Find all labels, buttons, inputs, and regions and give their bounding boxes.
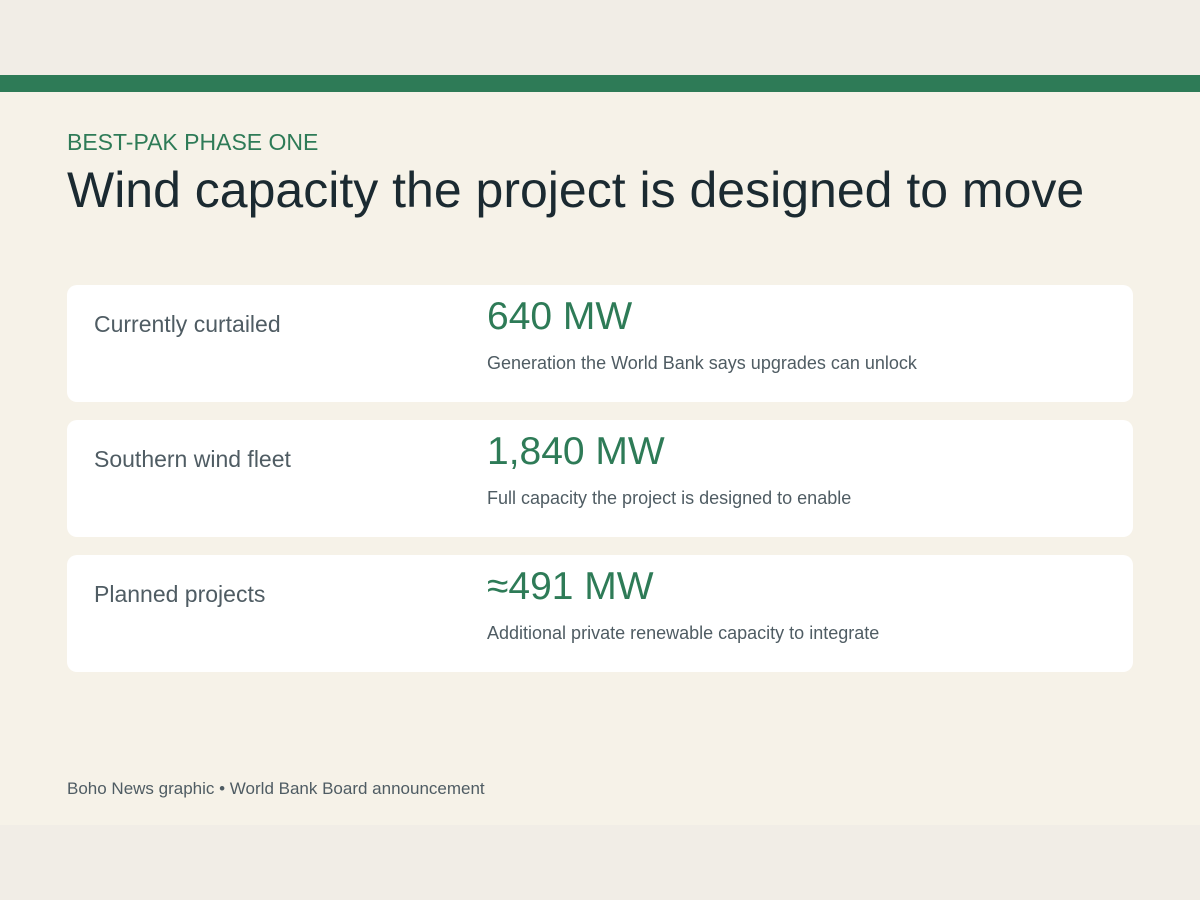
stat-card-value: ≈491 MW — [487, 565, 654, 608]
stat-card-value: 1,840 MW — [487, 430, 665, 473]
stat-card-description: Additional private renewable capacity to… — [487, 623, 880, 643]
headline: Wind capacity the project is designed to… — [67, 162, 1085, 218]
stat-card-value: 640 MW — [487, 295, 633, 338]
stat-card-curtailed: Currently curtailed 640 MW Generation th… — [67, 285, 1133, 402]
stat-card-planned-projects: Planned projects ≈491 MW Additional priv… — [67, 555, 1133, 672]
news-graphic: BEST-PAK PHASE ONE Wind capacity the pro… — [0, 75, 1200, 825]
accent-bar — [0, 75, 1200, 92]
stat-card-label: Currently curtailed — [94, 311, 281, 337]
stat-card-wind-fleet: Southern wind fleet 1,840 MW Full capaci… — [67, 420, 1133, 537]
source-credit: Boho News graphic • World Bank Board ann… — [67, 779, 485, 798]
stat-card-description: Generation the World Bank says upgrades … — [487, 353, 917, 373]
kicker: BEST-PAK PHASE ONE — [67, 129, 319, 155]
stat-card-label: Planned projects — [94, 581, 266, 607]
stat-card-description: Full capacity the project is designed to… — [487, 488, 852, 508]
stat-cards: Currently curtailed 640 MW Generation th… — [67, 285, 1133, 690]
stat-card-label: Southern wind fleet — [94, 446, 291, 472]
